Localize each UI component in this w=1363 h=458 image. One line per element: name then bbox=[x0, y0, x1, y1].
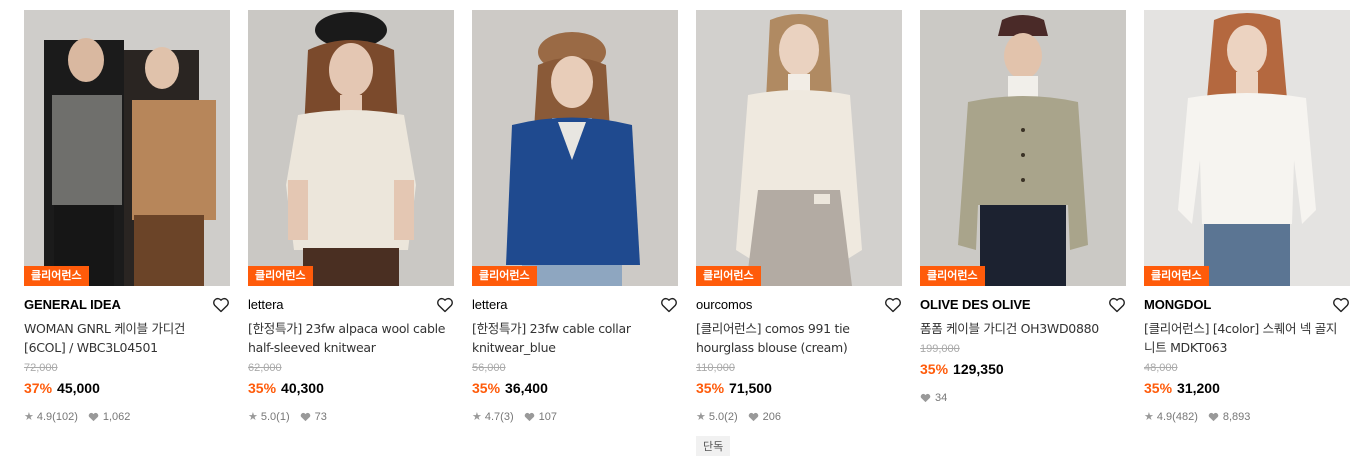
heart-filled-icon bbox=[1208, 412, 1219, 422]
product-photo bbox=[24, 10, 230, 286]
product-name[interactable]: [클리어런스] [4color] 스퀘어 넥 골지 니트 MDKT063 bbox=[1144, 320, 1350, 358]
heart-outline-icon[interactable] bbox=[1108, 296, 1126, 314]
review-count: (2) bbox=[724, 411, 738, 423]
review-count: (1) bbox=[276, 411, 290, 423]
rating-value: 5.0 bbox=[260, 411, 277, 423]
clearance-badge: 클리어런스 bbox=[24, 266, 89, 286]
product-photo bbox=[472, 10, 678, 286]
original-price: 72,000 bbox=[24, 362, 58, 374]
product-name[interactable]: 폼폼 케이블 가디건 OH3WD0880 bbox=[920, 320, 1126, 339]
rating-value: 5.0 bbox=[708, 411, 725, 423]
product-photo bbox=[248, 10, 454, 286]
product-name[interactable]: [클리어런스] comos 991 tie hourglass blouse (… bbox=[696, 320, 902, 358]
product-image[interactable]: 클리어런스 bbox=[920, 10, 1126, 286]
heart-filled-icon bbox=[920, 393, 931, 403]
product-card[interactable]: 클리어런스 ourcomos [클리어런스] comos 991 tie hou… bbox=[696, 10, 902, 456]
original-price: 48,000 bbox=[1144, 362, 1178, 374]
star-icon: ★ bbox=[248, 411, 258, 423]
original-price: 199,000 bbox=[920, 343, 960, 355]
star-icon: ★ bbox=[1144, 411, 1154, 423]
rating-value: 4.7 bbox=[484, 411, 501, 423]
original-price: 110,000 bbox=[696, 362, 735, 374]
brand-name[interactable]: OLIVE DES OLIVE bbox=[920, 294, 1126, 316]
rating-value: 4.9 bbox=[36, 411, 53, 423]
product-photo bbox=[696, 10, 902, 286]
heart-outline-icon[interactable] bbox=[884, 296, 902, 314]
clearance-badge: 클리어런스 bbox=[472, 266, 537, 286]
star-icon: ★ bbox=[472, 411, 482, 423]
discount-rate: 37% bbox=[24, 380, 53, 396]
like-count: 107 bbox=[538, 411, 557, 423]
product-card[interactable]: 클리어런스 lettera [한정특가] 23fw alpaca wool ca… bbox=[248, 10, 454, 424]
clearance-badge: 클리어런스 bbox=[1144, 266, 1209, 286]
discount-rate: 35% bbox=[920, 361, 949, 377]
brand-name[interactable]: ourcomos bbox=[696, 294, 902, 316]
clearance-badge: 클리어런스 bbox=[248, 266, 313, 286]
sale-price: 36,400 bbox=[505, 380, 548, 396]
like-count: 34 bbox=[935, 392, 948, 404]
product-image[interactable]: 클리어런스 bbox=[696, 10, 902, 286]
product-card[interactable]: 클리어런스 MONGDOL [클리어런스] [4color] 스퀘어 넥 골지 … bbox=[1144, 10, 1350, 424]
sale-price: 129,350 bbox=[953, 361, 1004, 377]
brand-name[interactable]: GENERAL IDEA bbox=[24, 294, 230, 316]
sale-price: 31,200 bbox=[1177, 380, 1220, 396]
heart-filled-icon bbox=[748, 412, 758, 422]
product-image[interactable]: 클리어런스 bbox=[472, 10, 678, 286]
sale-price: 45,000 bbox=[57, 380, 100, 396]
like-count: 73 bbox=[314, 411, 327, 423]
product-name[interactable]: WOMAN GNRL 케이블 가디건 [6COL] / WBC3L04501 bbox=[24, 320, 230, 358]
clearance-badge: 클리어런스 bbox=[920, 266, 985, 286]
sale-price: 40,300 bbox=[281, 380, 324, 396]
product-photo bbox=[1144, 10, 1350, 286]
product-photo bbox=[920, 10, 1126, 286]
product-image[interactable]: 클리어런스 bbox=[248, 10, 454, 286]
product-image[interactable]: 클리어런스 bbox=[24, 10, 230, 286]
sale-price: 71,500 bbox=[729, 380, 772, 396]
review-count: (482) bbox=[1172, 411, 1198, 423]
like-count: 206 bbox=[762, 411, 781, 423]
discount-rate: 35% bbox=[248, 380, 277, 396]
product-name[interactable]: [한정특가] 23fw cable collar knitwear_blue bbox=[472, 320, 678, 358]
like-count: 8,893 bbox=[1222, 411, 1251, 423]
discount-rate: 35% bbox=[1144, 380, 1173, 396]
review-count: (102) bbox=[52, 411, 78, 423]
product-card[interactable]: 클리어런스 GENERAL IDEA WOMAN GNRL 케이블 가디건 [6… bbox=[24, 10, 230, 424]
heart-outline-icon[interactable] bbox=[436, 296, 454, 314]
heart-filled-icon bbox=[524, 412, 534, 422]
clearance-badge: 클리어런스 bbox=[696, 266, 761, 286]
heart-outline-icon[interactable] bbox=[212, 296, 230, 314]
discount-rate: 35% bbox=[696, 380, 725, 396]
product-image[interactable]: 클리어런스 bbox=[1144, 10, 1350, 286]
original-price: 62,000 bbox=[248, 362, 282, 374]
heart-outline-icon[interactable] bbox=[1332, 296, 1350, 314]
heart-outline-icon[interactable] bbox=[660, 296, 678, 314]
product-card[interactable]: 클리어런스 lettera [한정특가] 23fw cable collar k… bbox=[472, 10, 678, 424]
brand-name[interactable]: lettera bbox=[472, 294, 678, 316]
brand-name[interactable]: MONGDOL bbox=[1144, 294, 1350, 316]
brand-name[interactable]: lettera bbox=[248, 294, 454, 316]
product-name[interactable]: [한정특가] 23fw alpaca wool cable half-sleev… bbox=[248, 320, 454, 358]
exclusive-badge: 단독 bbox=[696, 436, 731, 456]
rating-value: 4.9 bbox=[1156, 411, 1173, 423]
original-price: 56,000 bbox=[472, 362, 506, 374]
star-icon: ★ bbox=[696, 411, 706, 423]
heart-filled-icon bbox=[300, 412, 310, 422]
like-count: 1,062 bbox=[102, 411, 131, 423]
discount-rate: 35% bbox=[472, 380, 501, 396]
star-icon: ★ bbox=[24, 411, 34, 423]
review-count: (3) bbox=[500, 411, 514, 423]
product-card[interactable]: 클리어런스 OLIVE DES OLIVE 폼폼 케이블 가디건 OH3WD08… bbox=[920, 10, 1126, 405]
heart-filled-icon bbox=[88, 412, 99, 422]
